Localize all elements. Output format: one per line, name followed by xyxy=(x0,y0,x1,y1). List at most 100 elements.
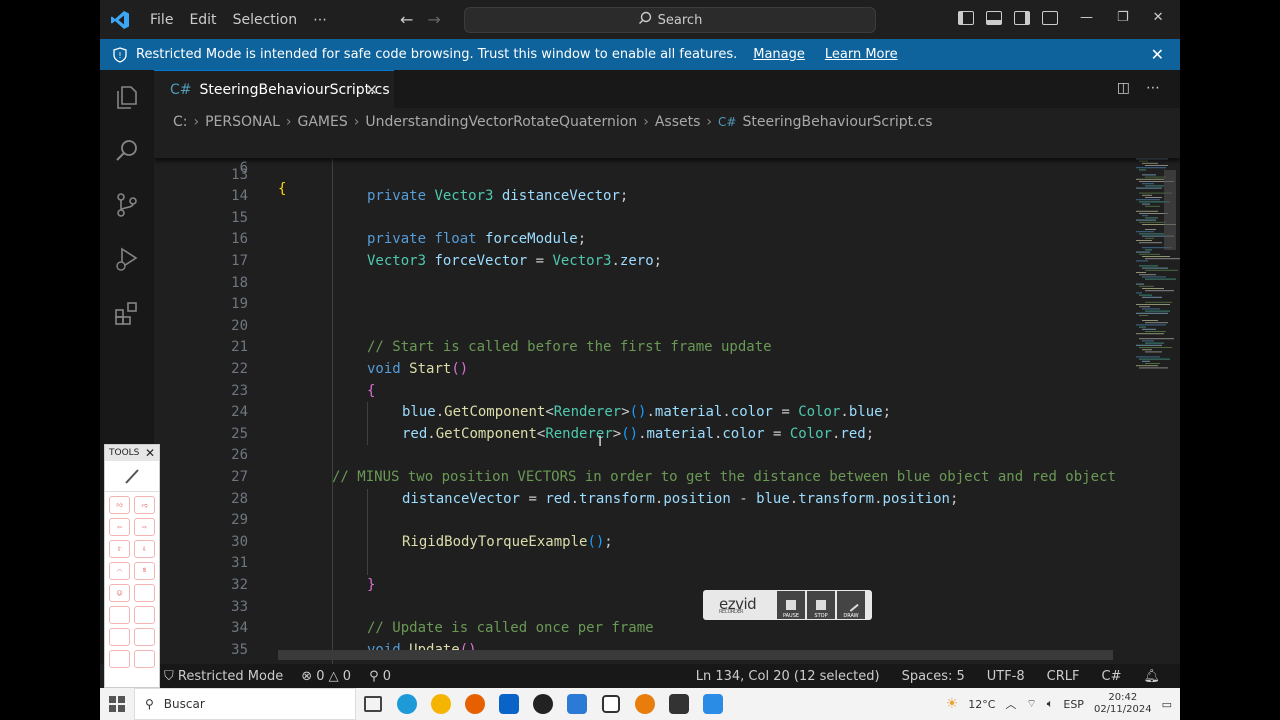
tab-steering-script[interactable]: C# SteeringBehaviourScript.cs ✕ xyxy=(154,70,394,108)
search-view-icon[interactable] xyxy=(114,138,140,164)
taskbar-search[interactable]: ⚲ Buscar xyxy=(134,688,356,720)
restricted-mode-status[interactable]: ⛉ Restricted Mode xyxy=(154,668,294,684)
split-editor-icon[interactable]: ◫ xyxy=(1117,80,1130,96)
arrow-left-icon[interactable]: ⇦ xyxy=(109,518,130,536)
hand-icon[interactable]: ✋︎ xyxy=(134,562,155,580)
encoding[interactable]: UTF-8 xyxy=(987,669,1025,684)
fail-stamp-icon[interactable] xyxy=(134,584,155,602)
menu-selection[interactable]: Selection xyxy=(225,12,306,28)
tab-label: SteeringBehaviourScript.cs xyxy=(199,81,390,98)
task-view-icon[interactable] xyxy=(356,688,390,720)
toggle-primary-sidebar-icon[interactable] xyxy=(958,11,974,25)
ports-status[interactable]: ⚲ 0 xyxy=(369,669,391,684)
breadcrumb-assets[interactable]: Assets xyxy=(655,114,701,130)
minimap-line xyxy=(1136,344,1162,346)
close-window-icon[interactable]: ✕ xyxy=(1153,10,1164,25)
temperature[interactable]: 12°C xyxy=(968,698,995,711)
minimap-line xyxy=(1145,249,1152,251)
customize-layout-icon[interactable] xyxy=(1042,11,1058,25)
media-player-icon[interactable] xyxy=(424,688,458,720)
toggle-secondary-sidebar-icon[interactable] xyxy=(1014,11,1030,25)
explorer-icon[interactable] xyxy=(114,84,140,110)
edge-icon[interactable] xyxy=(390,688,424,720)
indentation[interactable]: Spaces: 5 xyxy=(902,669,965,684)
tray-chevron-icon[interactable]: ︿ xyxy=(1005,696,1016,712)
sticky-scroll-header[interactable]: 6 { xyxy=(154,136,1180,197)
learn-more-link[interactable]: Learn More xyxy=(825,47,898,62)
github-icon[interactable] xyxy=(526,688,560,720)
close-tools-icon[interactable]: ✕ xyxy=(145,446,155,460)
weather-icon[interactable]: ☀ xyxy=(946,696,959,712)
outlook-icon[interactable] xyxy=(492,688,526,720)
breadcrumb-personal[interactable]: PERSONAL xyxy=(205,114,280,130)
line-number: 24 xyxy=(231,404,248,421)
forward-arrow-icon[interactable]: → xyxy=(427,10,440,29)
stamp-icon-d[interactable] xyxy=(134,628,155,646)
arrow-right-icon[interactable]: ⇨ xyxy=(134,518,155,536)
thumbs-up-icon[interactable]: 👍︎ xyxy=(109,496,130,514)
extensions-icon[interactable] xyxy=(114,300,140,326)
text-cursor-icon: I xyxy=(598,434,603,450)
back-arrow-icon[interactable]: ← xyxy=(400,10,413,29)
cursor-position[interactable]: Ln 134, Col 20 (12 selected) xyxy=(696,669,880,684)
minimap-line xyxy=(1136,187,1162,189)
more-actions-icon[interactable]: ⋯ xyxy=(1146,80,1160,96)
arrow-down-icon[interactable]: ⇩ xyxy=(134,540,155,558)
stamp-icon-a[interactable] xyxy=(109,606,130,624)
unity-hub-icon[interactable] xyxy=(662,688,696,720)
unity-icon[interactable] xyxy=(594,688,628,720)
store-icon[interactable] xyxy=(560,688,594,720)
brush-icon[interactable] xyxy=(105,461,159,492)
language[interactable]: ESP xyxy=(1063,698,1084,711)
horizontal-scrollbar[interactable] xyxy=(278,650,1113,660)
minimize-icon[interactable]: — xyxy=(1080,10,1093,25)
code-editor[interactable]: 6 { 13 14 private Vector3 distanceVector; 1… xyxy=(154,136,1180,664)
stamp-icon-f[interactable] xyxy=(134,650,155,668)
network-icon[interactable]: ⌔ xyxy=(1026,697,1036,711)
manage-link[interactable]: Manage xyxy=(753,47,805,62)
stamp-icon-c[interactable] xyxy=(109,628,130,646)
arrow-up-icon[interactable]: ⇧ xyxy=(109,540,130,558)
vertical-scrollbar[interactable] xyxy=(1164,170,1176,250)
breadcrumb-project[interactable]: UnderstandingVectorRotateQuaternion xyxy=(365,114,637,130)
rainbow-icon[interactable]: ◠ xyxy=(109,562,130,580)
run-debug-icon[interactable] xyxy=(114,246,140,272)
notifications-bell-icon[interactable]: 🔔︎ xyxy=(1143,669,1160,684)
line-number: 6 xyxy=(239,159,248,176)
pause-button[interactable]: PAUSE xyxy=(777,591,805,619)
windows-start-icon[interactable] xyxy=(100,688,134,720)
command-center-search[interactable]: Search xyxy=(464,7,876,33)
source-control-icon[interactable] xyxy=(114,192,140,218)
stop-button[interactable]: STOP xyxy=(807,591,835,619)
minimap-line xyxy=(1139,253,1160,255)
volume-icon[interactable]: 🔈︎ xyxy=(1047,697,1054,711)
language-mode[interactable]: C# xyxy=(1102,669,1122,684)
close-banner-icon[interactable]: ✕ xyxy=(1151,45,1164,64)
draw-button[interactable]: DRAW xyxy=(837,591,865,619)
end-of-line[interactable]: CRLF xyxy=(1047,669,1080,684)
problems-status[interactable]: ⊗ 0 △ 0 xyxy=(301,669,351,684)
stamp-icon-b[interactable] xyxy=(134,606,155,624)
menu-more[interactable]: ⋯ xyxy=(305,12,335,28)
menu-file[interactable]: File xyxy=(142,12,181,28)
notifications-icon[interactable]: ▭ xyxy=(1162,698,1172,711)
vscode-taskbar-icon[interactable] xyxy=(696,688,730,720)
breadcrumb-games[interactable]: GAMES xyxy=(298,114,348,130)
stop-label: STOP xyxy=(814,613,828,619)
minimap-line xyxy=(1142,256,1170,257)
clock[interactable]: 20:42 02/11/2024 xyxy=(1094,692,1152,716)
tools-title: TOOLS xyxy=(109,448,140,458)
smile-icon[interactable]: ☺ xyxy=(109,584,130,602)
code-text: Vector3 forceVector = Vector3.zero; xyxy=(367,253,663,269)
stamp-icon-e[interactable] xyxy=(109,650,130,668)
breadcrumb-drive[interactable]: C: xyxy=(173,114,188,130)
toggle-panel-icon[interactable] xyxy=(986,11,1002,25)
restore-icon[interactable]: ❐ xyxy=(1117,10,1129,25)
close-tab-icon[interactable]: ✕ xyxy=(365,81,378,99)
breadcrumb-file[interactable]: SteeringBehaviourScript.cs xyxy=(742,114,932,130)
firefox-icon[interactable] xyxy=(458,688,492,720)
taskbar-search-icon: ⚲ xyxy=(145,697,154,711)
thumbs-down-icon[interactable]: 👎︎ xyxy=(134,496,155,514)
menu-edit[interactable]: Edit xyxy=(181,12,224,28)
blender-icon[interactable] xyxy=(628,688,662,720)
